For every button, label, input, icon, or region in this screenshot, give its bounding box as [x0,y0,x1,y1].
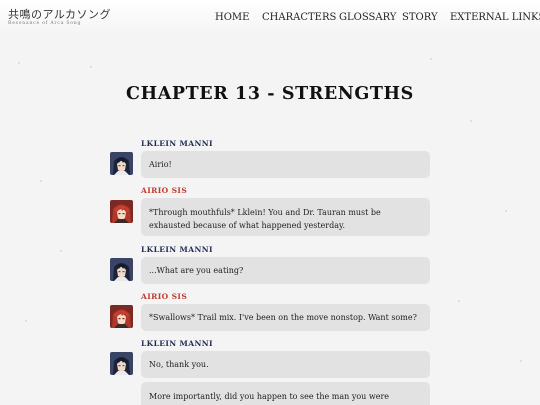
background-speck [18,62,20,64]
nav-link-external-links[interactable]: EXTERNAL LINKS [450,12,540,23]
background-speck [430,58,432,60]
dialogue-bubble: *Swallows* Trail mix. I've been on the m… [141,304,430,331]
site-logo[interactable]: 共鳴のアルカソング Resonance of Arca Song [8,9,111,27]
avatar-lklein [110,258,133,281]
top-navigation-bar: 共鳴のアルカソング Resonance of Arca Song HOME CH… [0,0,540,36]
background-speck [520,360,522,362]
background-speck [25,320,27,322]
avatar-lklein [110,152,133,175]
avatar-lklein [110,352,133,375]
logo-text: 共鳴のアルカソング [8,8,112,21]
chapter-title: CHAPTER 13 - STRENGTHS [126,84,414,104]
avatar-airio [110,200,133,223]
nav-link-story[interactable]: STORY [402,12,438,23]
speaker-name-lklein: LKLEIN MANNI [141,245,213,254]
dialogue-bubble: ...What are you eating? [141,257,430,284]
speaker-name-airio: AIRIO SIS [141,292,188,301]
dialogue-bubble: No, thank you. [141,351,430,378]
background-speck [458,300,460,302]
background-speck [60,250,62,252]
logo-subtitle: Resonance of Arca Song [8,21,82,26]
background-speck [40,180,42,182]
speaker-name-lklein: LKLEIN MANNI [141,139,213,148]
speaker-name-lklein: LKLEIN MANNI [141,339,213,348]
background-speck [90,66,92,68]
dialogue-bubble: *Through mouthfuls* Lklein! You and Dr. … [141,198,430,236]
dialogue-bubble: Airio! [141,151,430,178]
nav-link-characters[interactable]: CHARACTERS [262,12,336,23]
avatar-airio [110,305,133,328]
background-speck [505,210,507,212]
dialogue-bubble: More importantly, did you happen to see … [141,382,430,405]
nav-link-home[interactable]: HOME [215,12,249,23]
nav-link-glossary[interactable]: GLOSSARY [339,12,396,23]
background-speck [470,120,472,122]
speaker-name-airio: AIRIO SIS [141,186,188,195]
